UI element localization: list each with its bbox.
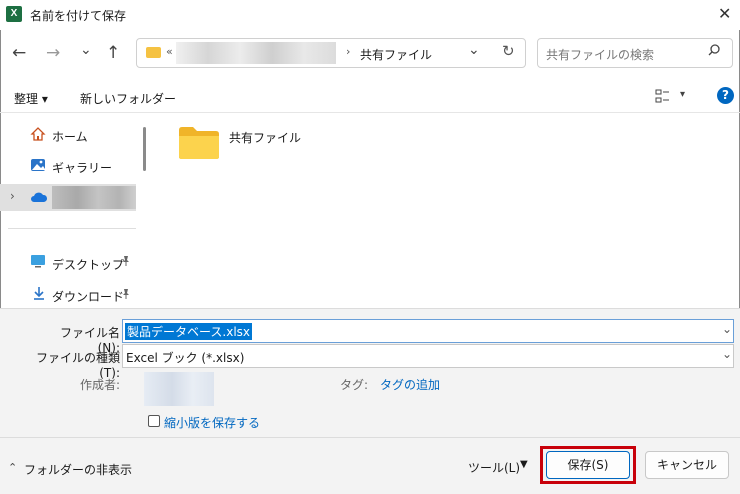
chevron-down-icon[interactable]: ⌄ (468, 42, 480, 58)
folder-name[interactable]: 共有ファイル (229, 129, 301, 146)
sidebar-item-desktop[interactable]: デスクトップ (52, 256, 124, 273)
back-button[interactable]: ← (12, 43, 26, 63)
sidebar-item-downloads[interactable]: ダウンロード (52, 288, 124, 305)
sidebar-item-redacted (52, 186, 136, 209)
forward-button[interactable]: → (46, 43, 60, 63)
chevron-right-icon[interactable]: › (10, 189, 15, 203)
pin-icon[interactable] (120, 255, 132, 267)
up-button[interactable]: ↑ (106, 43, 120, 63)
sidebar-item-home[interactable]: ホーム (52, 128, 88, 145)
author-redacted[interactable] (144, 372, 214, 406)
download-icon (31, 285, 47, 301)
gallery-icon (30, 157, 46, 173)
sidebar-divider (8, 228, 136, 229)
recent-locations-button[interactable]: ⌄ (80, 42, 92, 58)
pin-icon[interactable] (120, 288, 132, 300)
filename-input[interactable]: 製品データベース.xlsx (125, 323, 253, 340)
breadcrumb-current[interactable]: 共有ファイル (360, 46, 432, 63)
save-button[interactable]: 保存(S) (546, 451, 630, 479)
caret-down-icon[interactable]: ▼ (520, 459, 528, 470)
tags-label: タグ: (340, 378, 369, 392)
caret-down-icon[interactable]: ▾ (680, 89, 685, 100)
author-label: 作成者: (79, 378, 120, 392)
home-icon (30, 126, 46, 142)
sidebar-item-gallery[interactable]: ギャラリー (52, 159, 112, 176)
help-icon[interactable]: ? (717, 87, 734, 104)
window-title: 名前を付けて保存 (30, 9, 127, 23)
excel-icon: X (6, 6, 22, 22)
filetype-value[interactable]: Excel ブック (*.xlsx) (126, 349, 244, 366)
chevron-down-icon[interactable]: ⌄ (722, 322, 732, 336)
new-folder-button[interactable]: 新しいフォルダー (80, 90, 176, 107)
add-tag-link[interactable]: タグの追加 (380, 376, 440, 393)
search-input[interactable]: 共有ファイルの検索 (546, 46, 654, 63)
thumbnail-label[interactable]: 縮小版を保存する (164, 414, 260, 431)
chevron-right-icon: › (346, 45, 351, 58)
view-options-icon[interactable] (655, 88, 671, 104)
breadcrumb-redacted (176, 42, 336, 64)
thumbnail-checkbox[interactable] (148, 415, 160, 427)
hide-folders-button[interactable]: フォルダーの非表示 (24, 461, 132, 478)
tools-button[interactable]: ツール(L) (468, 459, 520, 476)
sidebar-scrollbar[interactable] (143, 127, 146, 171)
desktop-icon (30, 254, 46, 268)
folder-icon (146, 47, 161, 58)
refresh-icon[interactable]: ↻ (502, 42, 515, 60)
onedrive-icon (30, 191, 48, 203)
cancel-button[interactable]: キャンセル (645, 451, 729, 479)
search-icon[interactable] (706, 42, 722, 58)
folder-icon[interactable] (178, 126, 220, 160)
chevron-up-icon[interactable]: ⌃ (8, 461, 17, 474)
breadcrumb-overflow[interactable]: « (166, 45, 173, 58)
organize-button[interactable]: 整理 ▾ (14, 90, 48, 107)
close-icon[interactable]: ✕ (718, 4, 731, 23)
chevron-down-icon[interactable]: ⌄ (722, 347, 732, 361)
